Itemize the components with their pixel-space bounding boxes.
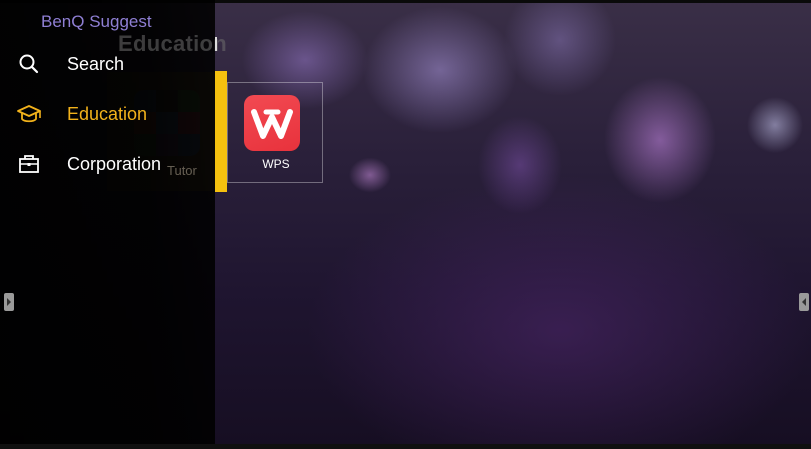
wps-office-icon (244, 95, 300, 151)
sidebar-item-label: Search (67, 53, 125, 74)
graduation-cap-icon (16, 101, 42, 127)
bottom-edge (0, 444, 811, 449)
sidebar-item-label: Corporation (67, 153, 162, 174)
sidebar-item-education[interactable]: Education (0, 94, 215, 134)
right-edge-toggle[interactable] (799, 293, 809, 311)
category-sidebar: BenQ Suggest Search Education Corporatio… (0, 0, 215, 449)
launcher-screen: BenQ Suggest Search Education Corporatio… (0, 0, 811, 449)
sidebar-item-label: Education (67, 103, 148, 124)
briefcase-icon (16, 151, 42, 177)
app-label-wps: WPS (262, 157, 290, 171)
section-title: Education (118, 31, 228, 56)
app-tile-wps[interactable]: WPS (227, 82, 323, 183)
chevron-right-icon (7, 298, 11, 306)
brand-title: BenQ Suggest (41, 12, 152, 31)
chevron-left-icon (802, 298, 806, 306)
focus-indicator (215, 71, 227, 192)
text-caret (215, 37, 217, 51)
search-icon (16, 51, 42, 77)
left-edge-toggle[interactable] (4, 293, 14, 311)
app-label-tutor: Tutor (167, 163, 197, 178)
